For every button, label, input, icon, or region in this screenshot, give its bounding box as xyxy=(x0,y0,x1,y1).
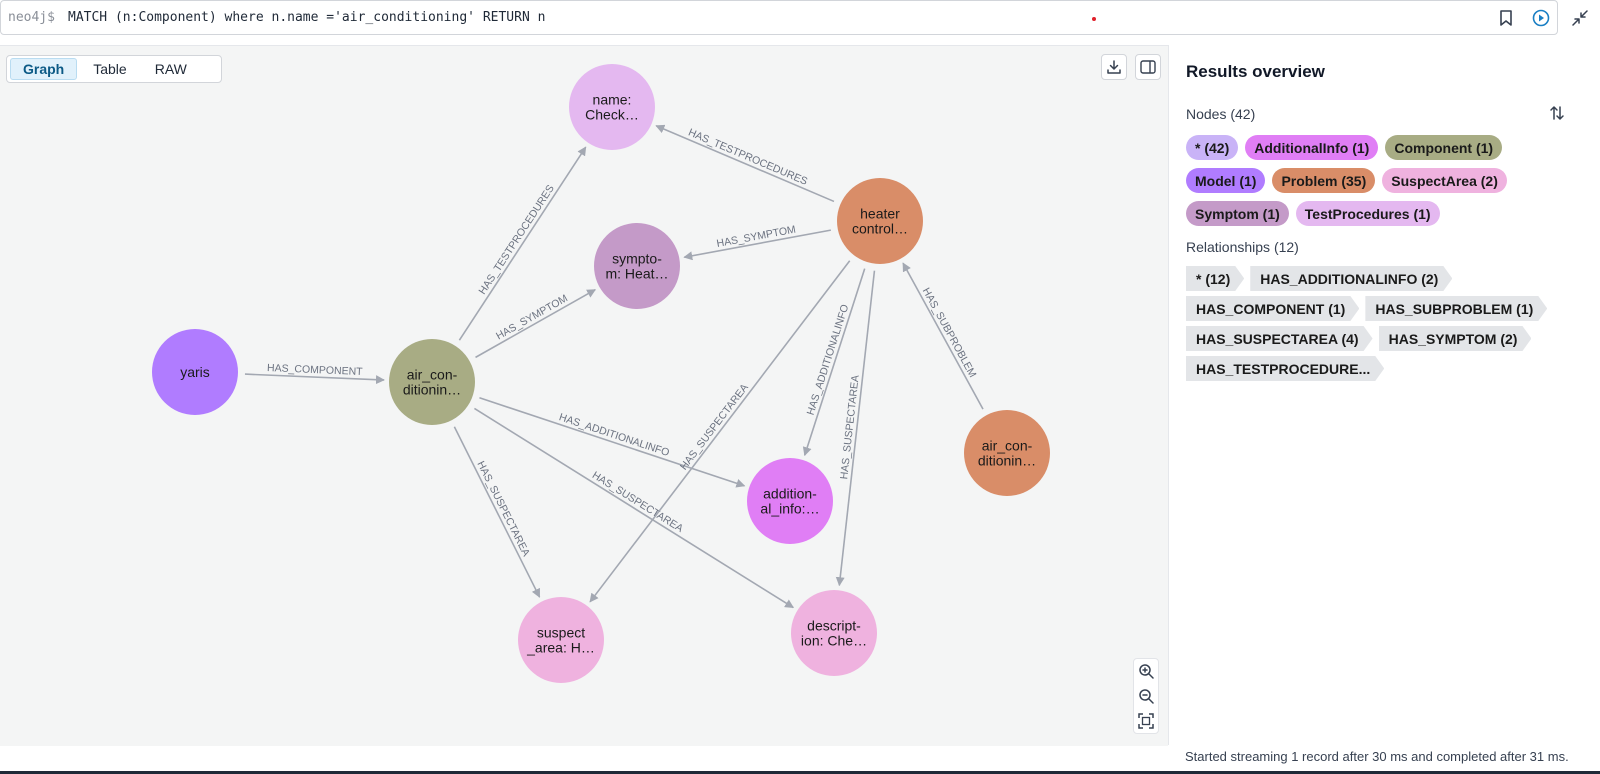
relationship-label: HAS_SUSPECTAREA xyxy=(474,459,532,558)
node-caption: yaris xyxy=(180,364,210,380)
relationship-edge[interactable] xyxy=(902,262,984,410)
download-button[interactable] xyxy=(1101,54,1127,80)
graph-node[interactable]: descript-ion: Che… xyxy=(791,590,877,676)
nodes-count-label: Nodes (42) xyxy=(1186,106,1256,122)
node-caption: addition- xyxy=(763,486,817,502)
node-caption: Check… xyxy=(585,107,639,123)
relationship-label: HAS_SYMPTOM xyxy=(716,224,797,250)
query-prompt: neo4j$ xyxy=(8,10,55,25)
node-label-chip[interactable]: AdditionalInfo (1) xyxy=(1245,135,1379,160)
node-label-chip[interactable]: TestProcedures (1) xyxy=(1295,201,1440,226)
graph-node[interactable]: air_con-ditionin… xyxy=(964,410,1050,496)
node-label-chips: * (42) AdditionalInfo (1) Component (1) Mod… xyxy=(1186,135,1576,226)
relationship-edge[interactable] xyxy=(475,288,597,359)
relationship-type-chip[interactable]: * (12) xyxy=(1186,266,1244,291)
node-caption: ion: Che… xyxy=(801,633,867,649)
graph-node[interactable]: addition-al_info:… xyxy=(747,458,833,544)
node-caption: al_info:… xyxy=(760,501,819,517)
zoom-out-icon[interactable] xyxy=(1136,686,1156,706)
node-label-chip[interactable]: Model (1) xyxy=(1186,168,1266,193)
node-caption: ditionin… xyxy=(978,453,1036,469)
panel-title: Results overview xyxy=(1186,62,1325,81)
view-switcher: Graph Table RAW xyxy=(6,55,222,83)
node-label-chip[interactable]: Problem (35) xyxy=(1272,168,1376,193)
relationship-label: HAS_SUSPECTAREA xyxy=(838,374,862,480)
graph-node[interactable]: air_con-ditionin… xyxy=(389,339,475,425)
node-label-chip[interactable]: Component (1) xyxy=(1385,135,1503,160)
node-label-chip[interactable]: * (42) xyxy=(1186,135,1239,160)
relationship-edge[interactable] xyxy=(655,124,835,203)
graph-canvas[interactable]: HAS_COMPONENT HAS_TESTPROCEDURES HAS_SYMPT… xyxy=(0,45,1168,746)
node-caption: air_con- xyxy=(407,367,458,383)
results-overview-panel: Results overview Nodes (42) * (42) Additi… xyxy=(1168,45,1589,745)
relationship-edge[interactable] xyxy=(458,146,587,341)
tab-raw[interactable]: RAW xyxy=(143,58,199,80)
node-caption: descript- xyxy=(807,618,861,634)
relationships-count-label: Relationships (12) xyxy=(1186,239,1299,255)
relationship-type-chip[interactable]: HAS_SUSPECTAREA (4) xyxy=(1186,326,1373,351)
relationship-label: HAS_SUSPECTAREA xyxy=(678,382,751,473)
node-caption: suspect xyxy=(537,625,585,641)
graph-node[interactable]: yaris xyxy=(152,329,238,415)
node-caption: m: Heat… xyxy=(605,266,668,282)
unsaved-indicator xyxy=(1092,17,1096,21)
graph-node[interactable]: heatercontrol… xyxy=(837,178,923,264)
relationship-label: HAS_TESTPROCEDURES xyxy=(477,183,557,297)
bookmark-icon[interactable] xyxy=(1496,8,1516,28)
query-text[interactable]: MATCH (n:Component) where n.name ='air_c… xyxy=(68,10,545,25)
node-label-chip[interactable]: Symptom (1) xyxy=(1186,201,1289,226)
node-caption: name: xyxy=(593,92,632,108)
node-label-chip[interactable]: SuspectArea (2) xyxy=(1382,168,1507,193)
relationship-type-chip[interactable]: HAS_SUBPROBLEM (1) xyxy=(1365,296,1547,321)
fit-to-screen-icon[interactable] xyxy=(1136,711,1156,731)
relationship-type-chip[interactable]: HAS_ADDITIONALINFO (2) xyxy=(1250,266,1452,291)
graph-svg[interactable]: HAS_COMPONENTHAS_TESTPROCEDURESHAS_SYMPT… xyxy=(0,46,1168,746)
relationship-label: HAS_ADDITIONALINFO xyxy=(805,303,852,417)
run-query-icon[interactable] xyxy=(1531,8,1551,28)
node-caption: ditionin… xyxy=(403,382,461,398)
relationship-label: HAS_ADDITIONALINFO xyxy=(557,411,670,459)
toggle-panel-button[interactable] xyxy=(1135,54,1161,80)
node-caption: _area: H… xyxy=(526,640,595,656)
relationship-edge[interactable] xyxy=(453,426,541,598)
node-caption: sympto- xyxy=(612,251,662,267)
relationship-label: HAS_SYMPTOM xyxy=(494,292,570,342)
node-caption: heater xyxy=(860,206,900,222)
relationship-type-chip[interactable]: HAS_SYMPTOM (2) xyxy=(1379,326,1532,351)
node-caption: control… xyxy=(852,221,908,237)
status-message: Started streaming 1 record after 30 ms a… xyxy=(1185,749,1569,764)
graph-node[interactable]: name:Check… xyxy=(569,64,655,150)
collapse-icon[interactable] xyxy=(1570,8,1590,28)
relationship-type-chip[interactable]: HAS_TESTPROCEDURE... xyxy=(1186,356,1384,381)
graph-node[interactable]: sympto-m: Heat… xyxy=(594,223,680,309)
sort-icon[interactable] xyxy=(1547,103,1567,123)
relationship-label: HAS_SUBPROBLEM xyxy=(920,286,979,380)
relationship-label: HAS_TESTPROCEDURES xyxy=(686,127,809,188)
zoom-controls xyxy=(1133,658,1159,734)
sidebar-toggle-icon xyxy=(1140,60,1156,74)
relationship-label: HAS_SUSPECTAREA xyxy=(590,469,685,535)
relationship-edge[interactable] xyxy=(589,260,851,603)
graph-node[interactable]: suspect_area: H… xyxy=(518,597,604,683)
relationship-type-chip[interactable]: HAS_COMPONENT (1) xyxy=(1186,296,1359,321)
query-editor[interactable]: neo4j$ MATCH (n:Component) where n.name … xyxy=(0,0,1558,35)
zoom-in-icon[interactable] xyxy=(1136,661,1156,681)
download-icon xyxy=(1107,60,1121,74)
tab-table[interactable]: Table xyxy=(81,58,138,80)
tab-graph[interactable]: Graph xyxy=(10,58,78,80)
relationship-type-chips: * (12) HAS_ADDITIONALINFO (2) HAS_COMPONEN… xyxy=(1186,266,1576,381)
node-caption: air_con- xyxy=(982,438,1033,454)
